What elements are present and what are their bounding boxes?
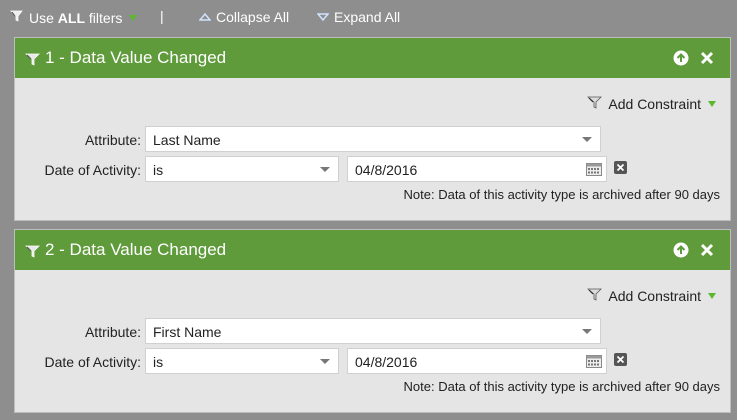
chevron-down-icon (708, 292, 716, 299)
collapse-all-button[interactable]: Collapse All (198, 9, 290, 25)
expand-all-button[interactable]: Expand All (316, 9, 401, 25)
toolbar-separator: | (160, 8, 164, 24)
remove-filter-close-icon[interactable] (698, 241, 716, 259)
use-all-filters-label: Use ALL filters (29, 9, 123, 26)
collapse-arrow-icon (198, 9, 212, 25)
archive-note: Note: Data of this activity type is arch… (403, 379, 720, 394)
filter-card-header: 2 - Data Value Changed (15, 230, 730, 270)
date-operator-value: is (153, 162, 164, 178)
date-operator-value: is (153, 354, 164, 370)
date-of-activity-label: Date of Activity: (44, 354, 141, 370)
attribute-value: Last Name (153, 132, 221, 148)
use-all-filters-toggle[interactable]: Use ALL filters (10, 9, 138, 26)
add-constraint-button[interactable]: Add Constraint (587, 286, 716, 305)
filter-card-2: 2 - Data Value Changed Add Constraint At… (14, 229, 731, 413)
move-up-icon[interactable] (672, 49, 690, 67)
date-value: 04/8/2016 (355, 354, 418, 370)
add-constraint-label: Add Constraint (608, 95, 701, 112)
date-input[interactable]: 04/8/2016 (347, 348, 607, 374)
chevron-down-icon (129, 14, 138, 21)
collapse-all-label: Collapse All (216, 9, 290, 25)
filter-card-body: Add Constraint Attribute: First Name Dat… (15, 270, 730, 410)
filter-toolbar: Use ALL filters | Collapse All Expand Al… (0, 0, 737, 36)
archive-note: Note: Data of this activity type is arch… (403, 187, 720, 202)
date-operator-select[interactable]: is (145, 156, 339, 182)
chevron-down-icon (320, 359, 330, 364)
add-constraint-button[interactable]: Add Constraint (587, 94, 716, 113)
chevron-down-icon (320, 167, 330, 172)
funnel-icon (587, 286, 603, 305)
funnel-icon (24, 51, 41, 72)
remove-filter-close-icon[interactable] (698, 49, 716, 67)
chevron-down-icon (582, 329, 592, 334)
attribute-label: Attribute: (84, 132, 141, 148)
filter-card-1: 1 - Data Value Changed Add Constraint At… (14, 37, 731, 221)
date-of-activity-label: Date of Activity: (44, 162, 141, 178)
attribute-select[interactable]: First Name (145, 318, 601, 344)
date-value: 04/8/2016 (355, 162, 418, 178)
calendar-icon[interactable] (586, 163, 602, 179)
funnel-icon (10, 9, 24, 26)
calendar-icon[interactable] (586, 355, 602, 371)
date-input[interactable]: 04/8/2016 (347, 156, 607, 182)
chevron-down-icon (582, 137, 592, 142)
date-operator-select[interactable]: is (145, 348, 339, 374)
attribute-select[interactable]: Last Name (145, 126, 601, 152)
move-up-icon[interactable] (672, 241, 690, 259)
clear-date-icon[interactable] (614, 161, 627, 174)
expand-all-label: Expand All (334, 9, 401, 25)
funnel-icon (587, 94, 603, 113)
attribute-value: First Name (153, 324, 222, 340)
clear-date-icon[interactable] (614, 353, 627, 366)
filter-title: 2 - Data Value Changed (45, 240, 227, 259)
chevron-down-icon (708, 100, 716, 107)
filter-card-body: Add Constraint Attribute: Last Name Date… (15, 78, 730, 218)
add-constraint-label: Add Constraint (608, 287, 701, 304)
expand-arrow-icon (316, 9, 330, 25)
filter-title: 1 - Data Value Changed (45, 48, 227, 67)
filter-card-header: 1 - Data Value Changed (15, 38, 730, 78)
funnel-icon (24, 243, 41, 264)
attribute-label: Attribute: (84, 324, 141, 340)
